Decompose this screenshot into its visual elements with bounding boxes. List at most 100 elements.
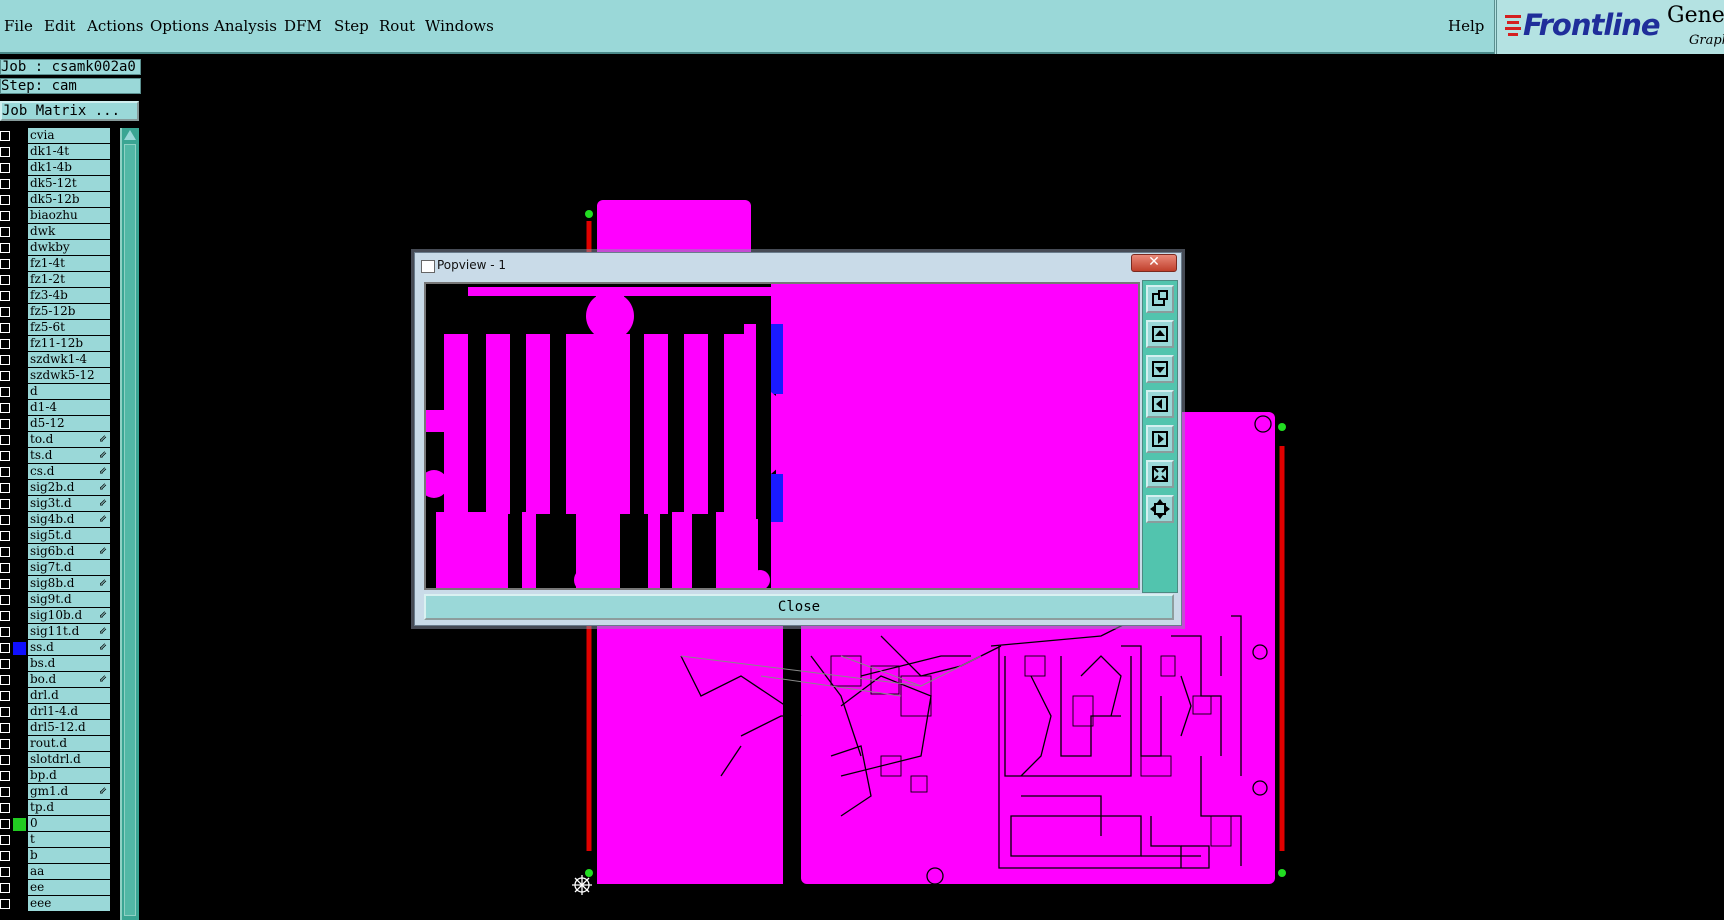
layer-row[interactable]: sig4b.d ⇙ bbox=[0, 512, 112, 528]
layer-name[interactable]: d5-12 bbox=[28, 416, 110, 431]
layer-name[interactable]: dwkby bbox=[28, 240, 110, 255]
layer-color-swatch[interactable] bbox=[13, 354, 26, 367]
layer-name[interactable]: ss.d ⇙ bbox=[28, 640, 110, 655]
layer-row[interactable]: ee bbox=[0, 880, 112, 896]
zoom-fit-icon[interactable] bbox=[1146, 460, 1174, 488]
layer-row[interactable]: fz1-4t bbox=[0, 256, 112, 272]
layer-row[interactable]: slotdrl.d bbox=[0, 752, 112, 768]
layer-checkbox[interactable] bbox=[0, 467, 10, 477]
layer-checkbox[interactable] bbox=[0, 819, 10, 829]
layer-checkbox[interactable] bbox=[0, 579, 10, 589]
menu-windows[interactable]: Windows bbox=[425, 17, 494, 35]
layer-row[interactable]: d1-4 bbox=[0, 400, 112, 416]
layer-row[interactable]: bp.d bbox=[0, 768, 112, 784]
close-icon[interactable]: ✕ bbox=[1131, 254, 1177, 272]
layer-row[interactable]: fz11-12b bbox=[0, 336, 112, 352]
layer-checkbox[interactable] bbox=[0, 355, 10, 365]
layer-color-swatch[interactable] bbox=[13, 466, 26, 479]
layer-checkbox[interactable] bbox=[0, 723, 10, 733]
menu-actions[interactable]: Actions bbox=[87, 17, 143, 35]
layer-color-swatch[interactable] bbox=[13, 626, 26, 639]
layer-color-swatch[interactable] bbox=[13, 290, 26, 303]
pan-right-icon[interactable] bbox=[1146, 425, 1174, 453]
layer-checkbox[interactable] bbox=[0, 339, 10, 349]
layer-checkbox[interactable] bbox=[0, 883, 10, 893]
layer-row[interactable]: fz5-6t bbox=[0, 320, 112, 336]
menu-dfm[interactable]: DFM bbox=[284, 17, 322, 35]
popview-zoomed-board[interactable] bbox=[426, 284, 1138, 588]
layer-checkbox[interactable] bbox=[0, 899, 10, 909]
close-button[interactable]: Close bbox=[424, 594, 1174, 620]
layer-name[interactable]: fz11-12b bbox=[28, 336, 110, 351]
layer-name[interactable]: t bbox=[28, 832, 110, 847]
layer-checkbox[interactable] bbox=[0, 515, 10, 525]
layer-name[interactable]: dwk bbox=[28, 224, 110, 239]
layer-checkbox[interactable] bbox=[0, 419, 10, 429]
layer-checkbox[interactable] bbox=[0, 131, 10, 141]
layer-name[interactable]: sig3t.d ⇙ bbox=[28, 496, 110, 511]
layer-color-swatch[interactable] bbox=[13, 898, 26, 911]
layer-name[interactable]: fz1-4t bbox=[28, 256, 110, 271]
layer-name[interactable]: sig9t.d bbox=[28, 592, 110, 607]
layer-checkbox[interactable] bbox=[0, 291, 10, 301]
layer-name[interactable]: bo.d ⇙ bbox=[28, 672, 110, 687]
layer-color-swatch[interactable] bbox=[13, 594, 26, 607]
menu-help[interactable]: Help bbox=[1448, 17, 1484, 35]
layer-name[interactable]: sig5t.d bbox=[28, 528, 110, 543]
layer-row[interactable]: fz3-4b bbox=[0, 288, 112, 304]
layer-name[interactable]: sig10b.d ⇙ bbox=[28, 608, 110, 623]
layer-color-swatch[interactable] bbox=[13, 274, 26, 287]
layer-name[interactable]: dk1-4b bbox=[28, 160, 110, 175]
layer-color-swatch[interactable] bbox=[13, 834, 26, 847]
layer-color-swatch[interactable] bbox=[13, 866, 26, 879]
layer-checkbox[interactable] bbox=[0, 547, 10, 557]
layer-row[interactable]: sig11t.d ⇙ bbox=[0, 624, 112, 640]
menu-edit[interactable]: Edit bbox=[44, 17, 75, 35]
layer-color-swatch[interactable] bbox=[13, 882, 26, 895]
layer-row[interactable]: bo.d ⇙ bbox=[0, 672, 112, 688]
layer-checkbox[interactable] bbox=[0, 259, 10, 269]
layer-row[interactable]: fz1-2t bbox=[0, 272, 112, 288]
layer-row[interactable]: ss.d ⇙ bbox=[0, 640, 112, 656]
scroll-thumb[interactable] bbox=[124, 144, 136, 916]
layer-name[interactable]: dk1-4t bbox=[28, 144, 110, 159]
layer-name[interactable]: ee bbox=[28, 880, 110, 895]
layer-checkbox[interactable] bbox=[0, 307, 10, 317]
layer-row[interactable]: sig5t.d bbox=[0, 528, 112, 544]
layer-color-swatch[interactable] bbox=[13, 738, 26, 751]
layer-name[interactable]: sig6b.d ⇙ bbox=[28, 544, 110, 559]
layer-row[interactable]: to.d ⇙ bbox=[0, 432, 112, 448]
layer-row[interactable]: szdwk1-4 bbox=[0, 352, 112, 368]
layer-row[interactable]: gm1.d ⇙ bbox=[0, 784, 112, 800]
layer-name[interactable]: rout.d bbox=[28, 736, 110, 751]
layer-name[interactable]: bp.d bbox=[28, 768, 110, 783]
layer-checkbox[interactable] bbox=[0, 483, 10, 493]
layer-checkbox[interactable] bbox=[0, 611, 10, 621]
layer-row[interactable]: bs.d bbox=[0, 656, 112, 672]
layer-color-swatch[interactable] bbox=[13, 306, 26, 319]
layer-row[interactable]: eee bbox=[0, 896, 112, 912]
layer-name[interactable]: cvia bbox=[28, 128, 110, 143]
layer-color-swatch[interactable] bbox=[13, 322, 26, 335]
layer-color-swatch[interactable] bbox=[13, 130, 26, 143]
layer-name[interactable]: fz3-4b bbox=[28, 288, 110, 303]
layer-row[interactable]: szdwk5-12 bbox=[0, 368, 112, 384]
layer-row[interactable]: dk1-4b bbox=[0, 160, 112, 176]
layer-color-swatch[interactable] bbox=[13, 514, 26, 527]
layer-name[interactable]: sig8b.d ⇙ bbox=[28, 576, 110, 591]
layer-checkbox[interactable] bbox=[0, 451, 10, 461]
layer-name[interactable]: fz1-2t bbox=[28, 272, 110, 287]
layer-checkbox[interactable] bbox=[0, 739, 10, 749]
layer-checkbox[interactable] bbox=[0, 771, 10, 781]
zoom-window-icon[interactable] bbox=[1146, 285, 1174, 313]
layer-name[interactable]: slotdrl.d bbox=[28, 752, 110, 767]
layer-row[interactable]: 0 bbox=[0, 816, 112, 832]
job-matrix-button[interactable]: Job Matrix ... bbox=[0, 101, 139, 121]
layer-row[interactable]: drl1-4.d bbox=[0, 704, 112, 720]
layer-color-swatch[interactable] bbox=[13, 530, 26, 543]
menu-options[interactable]: Options bbox=[150, 17, 209, 35]
layer-checkbox[interactable] bbox=[0, 499, 10, 509]
layer-row[interactable]: drl5-12.d bbox=[0, 720, 112, 736]
layer-color-swatch[interactable] bbox=[13, 562, 26, 575]
layer-name[interactable]: drl5-12.d bbox=[28, 720, 110, 735]
